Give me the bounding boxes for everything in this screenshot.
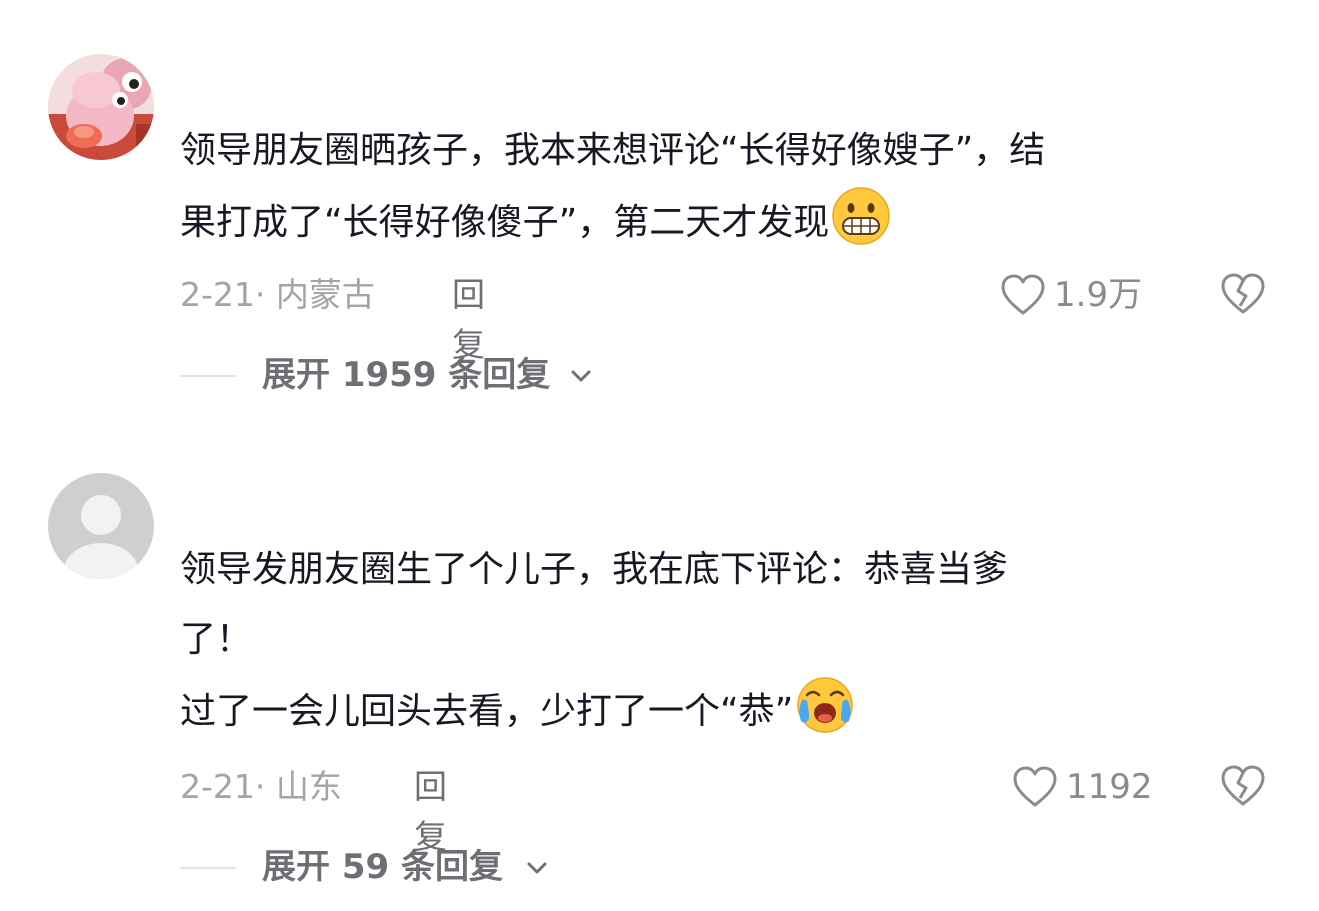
divider-rule	[180, 867, 236, 869]
chevron-down-icon	[527, 862, 547, 874]
like-count: 1.9万	[1054, 275, 1143, 315]
broken-heart-icon	[1221, 765, 1265, 806]
expand-replies[interactable]: 展开 59 条回复	[180, 842, 580, 892]
comment-line-with-emoji: 果打成了“长得好像傻子”，第二天才发现	[180, 186, 1260, 256]
divider-rule	[180, 375, 236, 377]
comment-meta: 2-21· 山东 回复	[180, 762, 447, 856]
avatar-image	[48, 54, 154, 160]
avatar[interactable]	[48, 473, 154, 579]
comment-location: · 内蒙古	[254, 275, 375, 314]
comment-line: 领导朋友圈晒孩子，我本来想评论“长得好像嫂子”，结	[180, 130, 1046, 171]
comment-meta: 2-21· 内蒙古 回复	[180, 270, 485, 364]
dislike-button[interactable]	[1220, 764, 1266, 808]
comment-location: · 山东	[254, 767, 342, 806]
expand-replies[interactable]: 展开 1959 条回复	[180, 350, 630, 400]
grin-emoji-icon	[832, 187, 891, 245]
crying-emoji-icon	[797, 677, 854, 733]
default-avatar-icon	[48, 473, 154, 579]
dislike-button[interactable]	[1220, 272, 1266, 316]
avatar[interactable]	[48, 54, 154, 160]
comment-line: 领导发朋友圈生了个儿子，我在底下评论：恭喜当爹	[180, 549, 1009, 590]
like-button[interactable]: 1.9万	[1000, 270, 1170, 320]
comment-text: 领导发朋友圈生了个儿子，我在底下评论：恭喜当爹 了！ 过了一会儿回头去看，少打了…	[180, 535, 1260, 745]
comment-line-text: 过了一会儿回头去看，少打了一个“恭”	[180, 691, 794, 732]
chevron-down-icon	[571, 370, 591, 382]
comment-date: 2-21	[180, 275, 255, 314]
comment-text: 领导朋友圈晒孩子，我本来想评论“长得好像嫂子”，结 果打成了“长得好像傻子”，第…	[180, 116, 1260, 256]
like-count: 1192	[1066, 767, 1153, 807]
like-button[interactable]: 1192	[1012, 762, 1172, 812]
comment-line: 了！	[180, 619, 253, 660]
heart-outline-icon	[1013, 766, 1057, 807]
expand-replies-label: 展开 59 条回复	[262, 847, 503, 887]
comment-line-with-emoji: 过了一会儿回头去看，少打了一个“恭”	[180, 675, 1260, 745]
broken-heart-icon	[1221, 273, 1265, 314]
expand-replies-label: 展开 1959 条回复	[262, 355, 551, 395]
comment-date: 2-21	[180, 767, 255, 806]
comment-line-text: 果打成了“长得好像傻子”，第二天才发现	[180, 202, 830, 243]
heart-outline-icon	[1001, 274, 1045, 315]
